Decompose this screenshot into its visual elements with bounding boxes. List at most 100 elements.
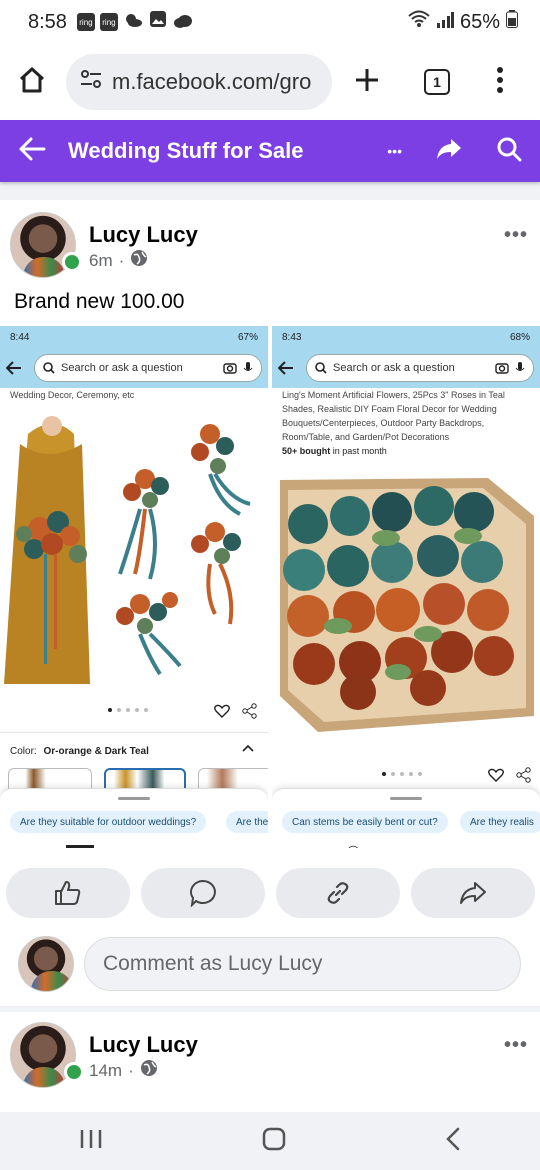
online-status-dot — [64, 1062, 84, 1082]
screenshot-search-box: Search or ask a question — [34, 354, 262, 382]
post-time[interactable]: 14m — [89, 1061, 122, 1081]
tabs-button[interactable]: 1 — [424, 69, 450, 95]
camera-icon — [223, 363, 237, 374]
microphone-icon — [515, 362, 525, 371]
rufus-icon: ● — [238, 844, 245, 848]
battery-percent: 65% — [459, 10, 500, 33]
recent-apps-icon[interactable] — [79, 1128, 103, 1155]
cart-icon: ⋎ — [133, 844, 142, 848]
address-bar[interactable]: m.facebook.com/gro — [66, 54, 332, 110]
bought-count-bold: 50+ bought — [282, 446, 331, 456]
account-icon: ◯ — [347, 844, 360, 848]
home-icon[interactable] — [16, 64, 48, 101]
chevron-up-icon — [242, 744, 254, 752]
screenshot-battery: 67% — [237, 331, 258, 343]
suggestion-chip: Are they suitable for outdoor weddings? — [10, 811, 207, 833]
cart-icon: ⋎ — [405, 844, 414, 848]
suggestion-chip: Are the — [226, 811, 268, 833]
share-icon — [242, 703, 257, 719]
thumbs-up-icon — [55, 881, 81, 905]
divider — [0, 732, 268, 733]
account-icon: ◯ — [75, 844, 88, 848]
group-title[interactable]: Wedding Stuff for Sale — [68, 138, 303, 164]
post-author[interactable]: Lucy Lucy — [89, 1032, 198, 1058]
post-time[interactable]: 6m — [89, 251, 113, 271]
rufus-icon: ● — [510, 844, 517, 848]
ring-notification-icon: ring — [76, 13, 95, 31]
post-text: Brand new 100.00 — [14, 290, 185, 313]
share-icon — [516, 767, 531, 783]
copy-link-button[interactable] — [276, 868, 400, 918]
menu-icon: ≡ — [458, 844, 465, 848]
color-value: Or-orange & Dark Teal — [43, 746, 149, 757]
camera-icon — [495, 363, 509, 374]
plus-icon[interactable] — [354, 67, 380, 98]
comment-button[interactable] — [141, 868, 265, 918]
screenshot-status-bar: 8:43 68% — [272, 326, 540, 348]
ring-notification-icon: ring — [99, 13, 118, 31]
screenshot-time: 8:43 — [282, 331, 302, 343]
post-image-left[interactable]: 8:44 67% Search or ask a question Weddin… — [0, 326, 268, 848]
screenshot-search-header: Search or ask a question — [272, 348, 540, 388]
suggestion-chip: Can stems be easily bent or cut? — [282, 811, 448, 833]
more-options-button[interactable]: ••• — [387, 143, 402, 159]
home-icon: ⌂ — [294, 844, 301, 848]
home-nav-icon[interactable] — [262, 1127, 286, 1156]
battery-icon — [506, 10, 518, 34]
amazon-bottom-tabs: ⌂ ◯ ⋎ ≡ ● — [0, 840, 268, 848]
heart-icon — [488, 768, 504, 782]
color-row: Color: Or-orange & Dark Teal — [10, 746, 149, 757]
globe-icon — [140, 1059, 158, 1082]
post-author[interactable]: Lucy Lucy — [89, 222, 198, 248]
globe-icon — [130, 249, 148, 272]
weather-icon — [123, 11, 143, 34]
arrow-left-icon[interactable] — [18, 137, 46, 166]
product-description: Ling's Moment Artificial Flowers, 25Pcs … — [282, 390, 505, 442]
screenshot-time: 8:44 — [10, 331, 30, 343]
microphone-icon — [243, 362, 253, 371]
share-icon[interactable] — [436, 138, 462, 165]
url-text: m.facebook.com/gro — [112, 69, 312, 94]
amazon-bottom-tabs: ⌂ ◯ ⋎ ≡ ● — [272, 840, 540, 848]
image-pager-dots — [108, 708, 148, 712]
screenshot-search-placeholder: Search or ask a question — [333, 362, 455, 374]
post-image-right[interactable]: 8:43 68% Search or ask a question Ling's… — [272, 326, 540, 848]
screenshot-search-box: Search or ask a question — [306, 354, 534, 382]
bought-count: 50+ bought in past month — [282, 446, 387, 456]
suggestion-chip: Are they realis — [460, 811, 540, 833]
menu-icon: ≡ — [186, 844, 193, 848]
screenshot-search-placeholder: Search or ask a question — [61, 362, 183, 374]
screenshot-search-header: Search or ask a question — [0, 348, 268, 388]
link-icon — [327, 882, 349, 904]
online-status-dot — [62, 252, 82, 272]
search-icon — [43, 362, 55, 374]
share-icon — [460, 882, 486, 904]
like-button[interactable] — [6, 868, 130, 918]
product-photo-roses-box — [278, 476, 536, 736]
share-button[interactable] — [411, 868, 535, 918]
group-header: Wedding Stuff for Sale ••• — [0, 120, 540, 182]
post-card: Lucy Lucy 14m · ••• — [0, 1012, 540, 1112]
color-label: Color: — [10, 746, 37, 757]
status-bar: 8:58 ring ring 65% — [0, 0, 540, 44]
arrow-left-icon — [278, 361, 293, 375]
commenter-avatar — [18, 936, 74, 992]
signal-icon — [436, 11, 454, 34]
bought-count-rest: in past month — [330, 446, 387, 456]
screenshot-status-bar: 8:44 67% — [0, 326, 268, 348]
search-icon — [315, 362, 327, 374]
post-meta: 6m · — [89, 249, 148, 272]
product-photo-bouquets — [0, 404, 268, 694]
comment-input[interactable]: Comment as Lucy Lucy — [84, 937, 521, 991]
comment-icon — [190, 879, 216, 907]
status-time: 8:58 — [28, 10, 67, 33]
site-settings-icon[interactable] — [80, 69, 102, 95]
search-icon[interactable] — [496, 136, 522, 167]
suggestion-chip-row: Are they suitable for outdoor weddings? … — [0, 788, 268, 848]
heart-icon — [214, 704, 230, 718]
post-options-button[interactable]: ••• — [504, 224, 528, 247]
post-options-button[interactable]: ••• — [504, 1034, 528, 1057]
back-nav-icon[interactable] — [445, 1127, 461, 1156]
kebab-menu-icon[interactable] — [496, 66, 504, 98]
post-card: Lucy Lucy 6m · ••• Brand new 100.00 8:44… — [0, 200, 540, 1006]
